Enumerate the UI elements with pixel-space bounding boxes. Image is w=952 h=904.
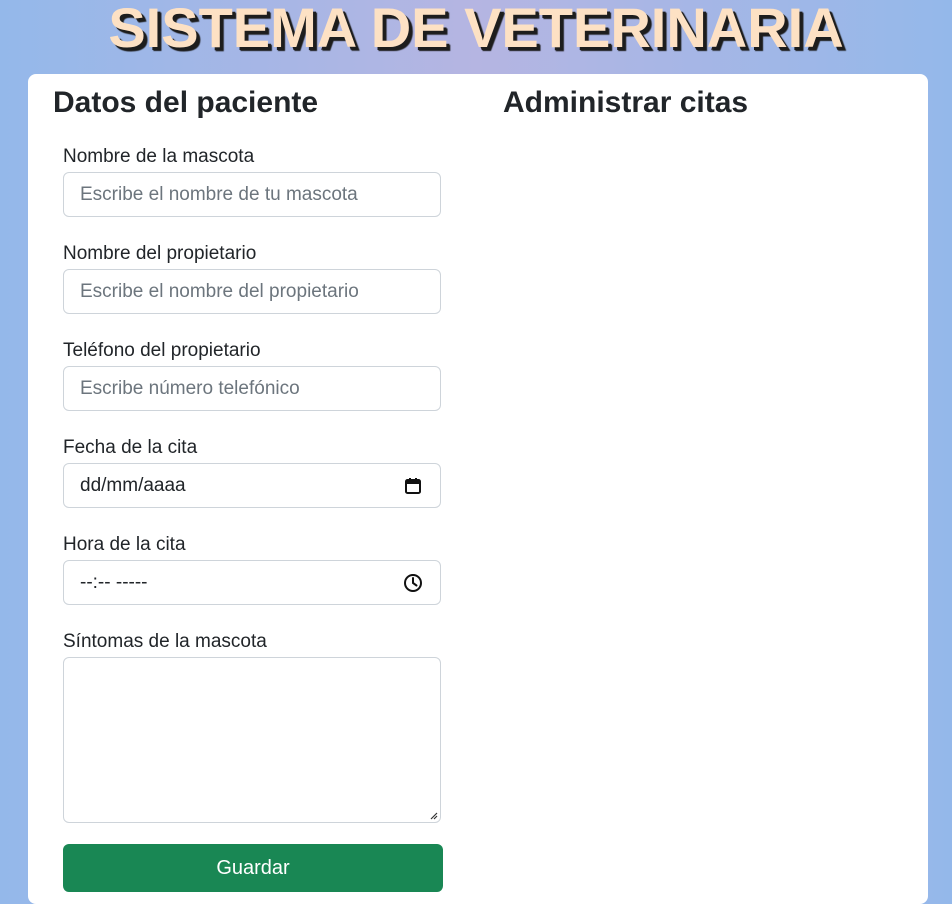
appointment-time-input[interactable]: --:-- -----	[63, 560, 441, 605]
symptoms-textarea[interactable]	[63, 657, 441, 823]
main-card: Datos del paciente Administrar citas Nom…	[28, 74, 928, 904]
symptoms-label: Síntomas de la mascota	[63, 631, 267, 652]
owner-name-label: Nombre del propietario	[63, 243, 257, 264]
appointment-date-input[interactable]: dd/mm/aaaa	[63, 463, 441, 508]
appointment-time-label: Hora de la cita	[63, 534, 186, 555]
owner-name-input[interactable]	[63, 269, 441, 314]
pet-name-label: Nombre de la mascota	[63, 146, 255, 167]
calendar-icon[interactable]	[402, 475, 424, 497]
owner-phone-label: Teléfono del propietario	[63, 340, 261, 361]
save-button[interactable]: Guardar	[63, 844, 443, 892]
resize-handle-icon[interactable]	[428, 810, 438, 820]
appointment-date-label: Fecha de la cita	[63, 437, 198, 458]
date-placeholder: dd/mm/aaaa	[80, 474, 186, 496]
patient-form-title: Datos del paciente	[53, 86, 319, 119]
pet-name-input[interactable]	[63, 172, 441, 217]
app-title: SISTEMA DE VETERINARIA	[108, 0, 844, 59]
clock-icon[interactable]	[402, 572, 424, 594]
time-placeholder: --:-- -----	[80, 571, 148, 593]
appointments-title: Administrar citas	[503, 86, 749, 119]
owner-phone-input[interactable]	[63, 366, 441, 411]
